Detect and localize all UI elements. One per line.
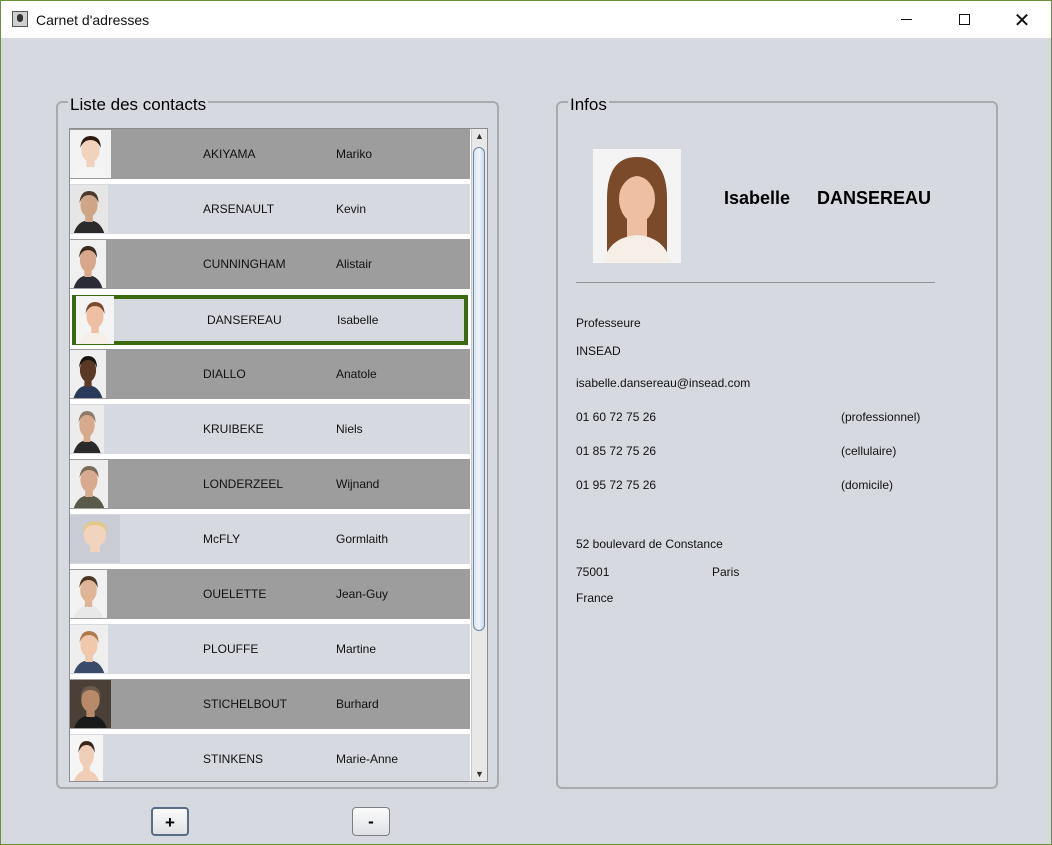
contact-row[interactable]: DIALLO Anatole	[70, 349, 470, 399]
phone-type: (domicile)	[841, 478, 894, 492]
contact-avatar	[70, 735, 103, 781]
contact-first-name: Kevin	[336, 202, 367, 216]
contact-first-name: Anatole	[336, 367, 377, 381]
contacts-list[interactable]: AKIYAMA Mariko ARSENAULT Kevin CUNNINGHAM Ali…	[69, 128, 488, 782]
contact-email: isabelle.dansereau@insead.com	[576, 376, 751, 390]
contact-last-name: DANSEREAU	[207, 313, 282, 327]
contact-last-name: STICHELBOUT	[203, 697, 288, 711]
contact-last-name: STINKENS	[203, 752, 264, 766]
contact-last-name: DIALLO	[203, 367, 246, 381]
info-panel: Infos Isabelle DANSEREAU Professeure INS…	[556, 95, 998, 789]
contact-row[interactable]: CUNNINGHAM Alistair	[70, 239, 470, 289]
phone-number: 01 85 72 75 26	[576, 444, 657, 458]
contact-first-name: Martine	[336, 642, 377, 656]
app-icon	[12, 11, 28, 27]
contact-avatar	[70, 405, 104, 453]
info-panel-title: Infos	[568, 95, 609, 115]
contact-last-name: CUNNINGHAM	[203, 257, 286, 271]
contact-avatar	[70, 680, 111, 728]
list-scrollbar[interactable]: ▲ ▼	[471, 129, 487, 781]
contact-photo	[593, 149, 681, 263]
contact-row[interactable]: LONDERZEEL Wijnand	[70, 459, 470, 509]
phone-type: (professionnel)	[841, 410, 921, 424]
address-postal-code: 75001	[576, 565, 610, 579]
contact-first-name: Marie-Anne	[336, 752, 399, 766]
minimize-icon	[900, 19, 912, 20]
phone-number: 01 60 72 75 26	[576, 410, 657, 424]
title-bar: Carnet d'adresses ✕	[1, 1, 1051, 38]
contact-first-name: Mariko	[336, 147, 373, 161]
maximize-button[interactable]	[935, 1, 993, 38]
contact-avatar	[70, 350, 106, 398]
window-title: Carnet d'adresses	[36, 12, 150, 28]
contact-avatar	[70, 460, 108, 508]
contacts-panel: Liste des contacts AKIYAMA Mariko ARSENAUL…	[56, 95, 499, 789]
contact-avatar	[70, 185, 108, 233]
contact-row[interactable]: DANSEREAU Isabelle	[72, 295, 468, 345]
maximize-icon	[958, 14, 970, 25]
contact-avatar	[70, 240, 106, 288]
contact-last-name: OUELETTE	[203, 587, 267, 601]
contact-row[interactable]: AKIYAMA Mariko	[70, 129, 470, 179]
contact-last-name: DANSEREAU	[817, 188, 932, 208]
contact-first-name: Gormlaith	[336, 532, 389, 546]
contact-last-name: KRUIBEKE	[203, 422, 264, 436]
contact-avatar	[70, 625, 108, 673]
address-country: France	[576, 591, 614, 605]
contact-avatar	[70, 130, 111, 178]
close-button[interactable]: ✕	[993, 1, 1051, 38]
contact-last-name: LONDERZEEL	[203, 477, 284, 491]
contact-avatar	[70, 570, 107, 618]
contact-row[interactable]: KRUIBEKE Niels	[70, 404, 470, 454]
contact-row[interactable]: OUELETTE Jean-Guy	[70, 569, 470, 619]
scroll-down-arrow-icon[interactable]: ▼	[472, 767, 487, 781]
contact-row[interactable]: STICHELBOUT Burhard	[70, 679, 470, 729]
contact-first-name: Niels	[336, 422, 363, 436]
contact-first-name: Isabelle	[724, 188, 791, 208]
contact-last-name: McFLY	[203, 532, 241, 546]
contact-first-name: Alistair	[336, 257, 373, 271]
scrollbar-thumb[interactable]	[473, 147, 485, 631]
phone-type: (cellulaire)	[841, 444, 897, 458]
contact-last-name: AKIYAMA	[203, 147, 256, 161]
contact-row[interactable]: McFLY Gormlaith	[70, 514, 470, 564]
contact-row[interactable]: PLOUFFE Martine	[70, 624, 470, 674]
close-icon: ✕	[1013, 7, 1031, 32]
contact-last-name: ARSENAULT	[203, 202, 275, 216]
main-window: Carnet d'adresses ✕ Liste des contacts A…	[0, 0, 1052, 845]
contact-first-name: Burhard	[336, 697, 379, 711]
contact-row[interactable]: STINKENS Marie-Anne	[70, 734, 470, 781]
contact-avatar	[76, 296, 114, 344]
phone-number: 01 95 72 75 26	[576, 478, 657, 492]
info-divider	[576, 282, 935, 283]
contact-avatar	[70, 515, 120, 563]
contacts-panel-title: Liste des contacts	[68, 95, 209, 115]
remove-contact-button[interactable]: -	[352, 807, 390, 836]
contact-job: Professeure	[576, 316, 641, 330]
address-street: 52 boulevard de Constance	[576, 537, 723, 551]
minimize-button[interactable]	[877, 1, 935, 38]
contact-row[interactable]: ARSENAULT Kevin	[70, 184, 470, 234]
scroll-up-arrow-icon[interactable]: ▲	[472, 129, 487, 143]
contact-last-name: PLOUFFE	[203, 642, 259, 656]
contact-first-name: Wijnand	[336, 477, 380, 491]
contact-company: INSEAD	[576, 344, 621, 358]
address-city: Paris	[712, 565, 740, 579]
contact-first-name: Isabelle	[337, 313, 379, 327]
add-contact-button[interactable]: +	[151, 807, 189, 836]
contact-first-name: Jean-Guy	[336, 587, 389, 601]
